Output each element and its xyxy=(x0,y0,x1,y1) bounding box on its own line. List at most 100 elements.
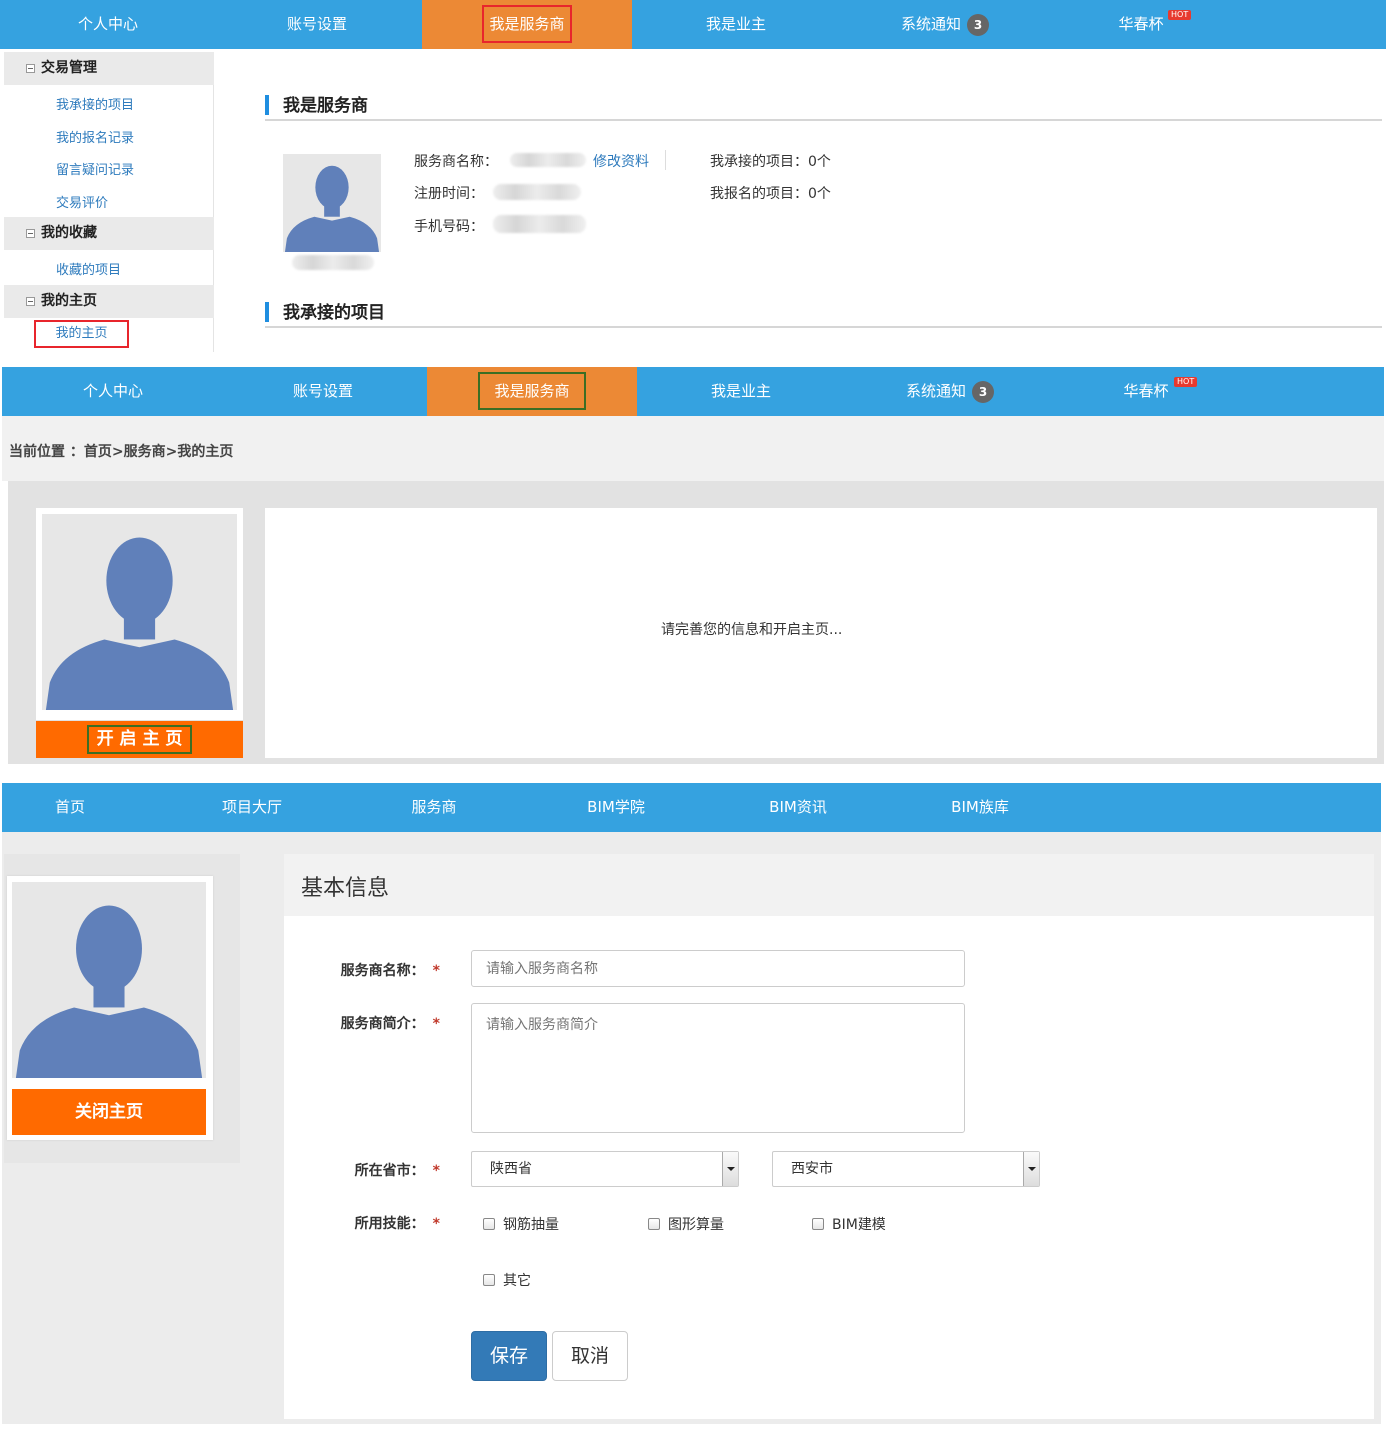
section-title-text: 我是服务商 xyxy=(283,96,368,116)
redacted-provider-name xyxy=(510,153,586,167)
nav-project-hall[interactable]: 项目大厅 xyxy=(147,783,357,832)
nav-service-provider-label: 我是服务商 xyxy=(478,372,586,410)
register-time-label: 注册时间： xyxy=(414,186,484,202)
checkbox-box[interactable] xyxy=(483,1218,495,1230)
nav-bim-library[interactable]: BIM族库 xyxy=(875,783,1085,832)
checkbox-box[interactable] xyxy=(648,1218,660,1230)
nav-huachun-label: 华春杯 xyxy=(1118,15,1164,33)
checkbox-box[interactable] xyxy=(483,1274,495,1286)
sidebar-group-label: 交易管理 xyxy=(41,60,97,76)
nav-notifications-label: 系统通知 xyxy=(905,382,966,400)
hot-badge: HOT xyxy=(1168,10,1192,20)
nav-account-settings[interactable]: 账号设置 xyxy=(218,367,428,416)
provider-intro-textarea[interactable] xyxy=(471,1003,965,1133)
checkbox-label: 其它 xyxy=(503,1273,531,1289)
nav-huachun-label: 华春杯 xyxy=(1123,382,1169,400)
notification-count-badge: 3 xyxy=(972,380,994,403)
complete-info-message: 请完善您的信息和开启主页... xyxy=(661,622,843,638)
top-nav-1: 个人中心 账号设置 我是服务商 我是业主 系统通知 3 华春杯 HOT xyxy=(0,0,1386,49)
city-select[interactable]: 西安市 xyxy=(772,1151,1040,1187)
title-accent-bar xyxy=(265,95,269,115)
skills-field-label: 所用技能： * xyxy=(354,1216,440,1232)
save-button[interactable]: 保存 xyxy=(471,1331,547,1381)
nav-huachun-cup[interactable]: 华春杯 xyxy=(1041,367,1251,416)
title-accent-bar xyxy=(265,302,269,322)
nav-notifications[interactable]: 系统通知 3 xyxy=(845,367,1055,416)
nav-huachun-cup[interactable]: 华春杯 xyxy=(1036,0,1246,49)
notification-count-badge: 3 xyxy=(967,13,989,36)
nav-bim-academy[interactable]: BIM学院 xyxy=(511,783,721,832)
provider-name-input[interactable] xyxy=(471,950,965,987)
sidebar-group-label: 我的收藏 xyxy=(41,225,97,241)
redacted-phone xyxy=(493,215,586,233)
province-select[interactable]: 陕西省 xyxy=(471,1151,739,1187)
hot-badge: HOT xyxy=(1174,377,1198,387)
sidebar-group-label: 我的主页 xyxy=(41,293,97,309)
nav-service-provider[interactable]: 我是服务商 xyxy=(422,0,632,49)
edit-profile-link[interactable]: 修改资料 xyxy=(593,151,649,171)
open-homepage-label: 开 启 主 页 xyxy=(86,725,193,754)
sidebar-link-my-homepage[interactable]: 我的主页 xyxy=(34,320,129,348)
section-title-projects: 我承接的项目 xyxy=(265,302,1382,328)
nav-account-settings[interactable]: 账号设置 xyxy=(212,0,422,49)
avatar-silhouette-icon xyxy=(15,905,203,1078)
nav-service-provider[interactable]: 我是服务商 xyxy=(427,367,637,416)
avatar-form[interactable] xyxy=(12,882,206,1078)
province-value: 陕西省 xyxy=(490,1161,532,1177)
avatar-silhouette-icon xyxy=(284,165,380,252)
nav-owner[interactable]: 我是业主 xyxy=(631,0,841,49)
breadcrumb: 当前位置 ：首页>服务商>我的主页 xyxy=(9,444,234,460)
cancel-button[interactable]: 取消 xyxy=(552,1331,628,1381)
sidebar-group-favorites[interactable]: 我的收藏 xyxy=(4,217,214,250)
redacted-register-time xyxy=(493,184,581,200)
nav-owner[interactable]: 我是业主 xyxy=(636,367,846,416)
city-value: 西安市 xyxy=(791,1161,833,1177)
sidebar: 交易管理 我承接的项目 我的报名记录 留言疑问记录 交易评价 我的收藏 收藏的项… xyxy=(4,52,214,352)
nav-service-provider-label: 我是服务商 xyxy=(482,5,572,43)
avatar-silhouette-icon xyxy=(45,537,234,710)
info-divider xyxy=(665,150,666,170)
collapse-icon xyxy=(26,64,35,73)
form-title: 基本信息 xyxy=(301,876,390,901)
sidebar-link-message-records[interactable]: 留言疑问记录 xyxy=(56,159,134,178)
top-nav-2: 个人中心 账号设置 我是服务商 我是业主 系统通知 3 华春杯 HOT xyxy=(2,367,1384,416)
main-nav: 首页 项目大厅 服务商 BIM学院 BIM资讯 BIM族库 xyxy=(2,783,1381,832)
nav-notifications-label: 系统通知 xyxy=(900,15,961,33)
collapse-icon xyxy=(26,229,35,238)
signed-projects-count: 我报名的项目：0个 xyxy=(710,186,831,202)
skill-checkbox-other[interactable]: 其它 xyxy=(483,1270,531,1290)
section-title-text: 我承接的项目 xyxy=(283,303,385,323)
provider-name-field-label: 服务商名称： * xyxy=(340,963,440,979)
sidebar-link-favorite-projects[interactable]: 收藏的项目 xyxy=(56,259,121,278)
nav-personal-center[interactable]: 个人中心 xyxy=(8,367,218,416)
phone-label: 手机号码： xyxy=(414,219,484,235)
provider-name-label: 服务商名称： xyxy=(414,154,498,170)
form-panel xyxy=(284,854,1374,1419)
section-title-provider: 我是服务商 xyxy=(265,95,1382,121)
nav-notifications[interactable]: 系统通知 3 xyxy=(840,0,1050,49)
nav-providers[interactable]: 服务商 xyxy=(329,783,539,832)
sidebar-link-signup-records[interactable]: 我的报名记录 xyxy=(56,127,134,146)
avatar-large[interactable] xyxy=(42,514,237,710)
redacted-username xyxy=(292,255,374,270)
dropdown-arrow-icon xyxy=(1023,1152,1039,1186)
sidebar-group-homepage[interactable]: 我的主页 xyxy=(4,285,214,318)
provider-intro-field-label: 服务商简介： * xyxy=(340,1016,440,1032)
checkbox-label: 图形算量 xyxy=(668,1217,724,1233)
nav-bim-news[interactable]: BIM资讯 xyxy=(693,783,903,832)
collapse-icon xyxy=(26,297,35,306)
sidebar-link-accepted-projects[interactable]: 我承接的项目 xyxy=(56,94,134,113)
checkbox-box[interactable] xyxy=(812,1218,824,1230)
skill-checkbox-graphic[interactable]: 图形算量 xyxy=(648,1214,724,1234)
sidebar-group-trade[interactable]: 交易管理 xyxy=(4,52,214,85)
checkbox-label: BIM建模 xyxy=(832,1217,886,1233)
nav-personal-center[interactable]: 个人中心 xyxy=(3,0,213,49)
skill-checkbox-rebar[interactable]: 钢筋抽量 xyxy=(483,1214,559,1234)
sidebar-link-trade-review[interactable]: 交易评价 xyxy=(56,192,108,211)
avatar-small[interactable] xyxy=(283,154,381,252)
checkbox-label: 钢筋抽量 xyxy=(503,1217,559,1233)
open-homepage-button[interactable]: 开 启 主 页 xyxy=(36,721,243,758)
close-homepage-button[interactable]: 关闭主页 xyxy=(12,1089,206,1135)
skill-checkbox-bim[interactable]: BIM建模 xyxy=(812,1214,886,1234)
region-field-label: 所在省市： * xyxy=(354,1163,440,1179)
